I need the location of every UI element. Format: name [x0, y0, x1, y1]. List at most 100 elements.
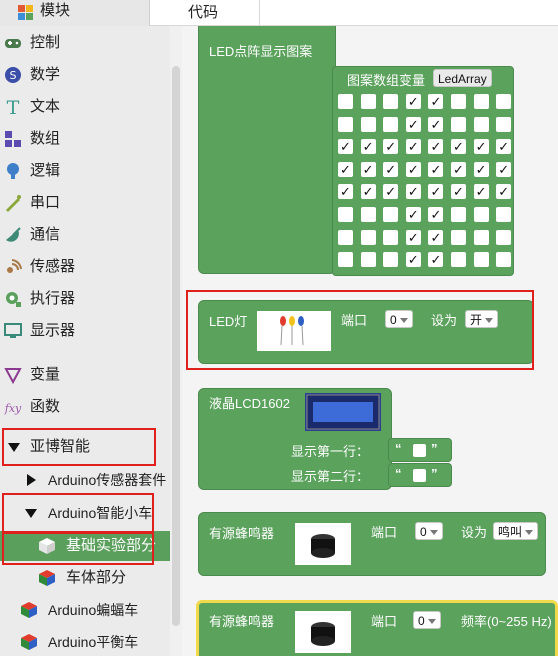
led-pixel-checkbox[interactable]: ✓ [428, 207, 444, 222]
led-pixel-checkbox[interactable] [451, 116, 466, 132]
led-pixel-checkbox[interactable]: ✓ [473, 139, 489, 155]
led-pixel-checkbox[interactable] [360, 116, 376, 132]
led-pixel-checkbox[interactable] [338, 116, 353, 132]
led-pixel-checkbox[interactable]: ✓ [428, 116, 444, 132]
led-pixel-checkbox[interactable] [383, 94, 399, 109]
text-input-block-2[interactable]: “” [388, 463, 452, 487]
state-dropdown[interactable]: 鸣叫 [493, 522, 539, 540]
led-pixel-checkbox[interactable]: ✓ [383, 139, 399, 155]
led-pixel-checkbox[interactable]: ✓ [405, 207, 421, 222]
sidebar-item-array[interactable]: 数组 [0, 124, 170, 154]
led-pixel-checkbox[interactable]: ✓ [338, 184, 353, 200]
led-pixel-checkbox[interactable]: ✓ [473, 184, 489, 200]
led-pixel-checkbox[interactable] [451, 94, 466, 109]
led-matrix-block[interactable]: LED点阵显示图案 [198, 26, 336, 274]
led-pixel-checkbox[interactable] [360, 252, 376, 268]
led-pixel-checkbox[interactable]: ✓ [405, 139, 421, 155]
led-pixel-checkbox[interactable] [473, 229, 489, 245]
sidebar-item-sensor-kit[interactable]: Arduino传感器套件 [0, 465, 170, 495]
block-workspace[interactable]: LED点阵显示图案 图案数组变量 LedArray ✓ ✓ ✓ ✓ ✓ ✓ ✓ ✓ ✓ ✓ ✓ ✓ ✓ ✓… [182, 26, 558, 656]
led-pixel-checkbox[interactable] [496, 229, 512, 245]
tab-code[interactable]: 代码 [150, 0, 260, 26]
led-pixel-checkbox[interactable]: ✓ [473, 161, 489, 177]
port-dropdown[interactable]: 0 [413, 611, 441, 629]
led-pixel-checkbox[interactable] [338, 252, 353, 268]
led-pixel-checkbox[interactable]: ✓ [405, 229, 421, 245]
led-pixel-checkbox[interactable] [473, 94, 489, 109]
led-pixel-checkbox[interactable]: ✓ [428, 229, 444, 245]
sidebar-item-text[interactable]: T 文本 [0, 92, 170, 122]
led-pixel-checkbox[interactable] [383, 207, 399, 222]
led-pixel-checkbox[interactable] [383, 116, 399, 132]
svg-text:fxy: fxy [4, 402, 22, 415]
sidebar-item-car-body[interactable]: 车体部分 [0, 563, 170, 593]
led-pixel-checkbox[interactable] [451, 229, 466, 245]
text-input[interactable] [413, 444, 426, 457]
sidebar-item-comm[interactable]: 通信 [0, 220, 170, 250]
led-pixel-checkbox[interactable] [383, 252, 399, 268]
sidebar-item-bat-car[interactable]: Arduino蝙蝠车 [0, 595, 170, 625]
led-pixel-checkbox[interactable]: ✓ [360, 184, 376, 200]
text-input[interactable] [413, 469, 426, 482]
lcd1602-block[interactable]: 液晶LCD1602 显示第一行： 显示第二行： [198, 388, 392, 490]
led-pixel-checkbox[interactable]: ✓ [360, 161, 376, 177]
led-pixel-checkbox[interactable] [451, 252, 466, 268]
sidebar-item-serial[interactable]: 串口 [0, 188, 170, 218]
led-pixel-checkbox[interactable] [496, 94, 512, 109]
sidebar-item-logic[interactable]: 逻辑 [0, 156, 170, 186]
tab-modules[interactable]: 模块 [0, 0, 150, 26]
led-pixel-checkbox[interactable] [473, 116, 489, 132]
sidebar-item-balance-car[interactable]: Arduino平衡车 [0, 627, 170, 656]
sidebar-item-variable[interactable]: 变量 [0, 360, 170, 390]
led-pixel-checkbox[interactable]: ✓ [428, 184, 444, 200]
led-pixel-checkbox[interactable]: ✓ [360, 139, 376, 155]
scrollbar-thumb[interactable] [172, 66, 180, 626]
led-pixel-checkbox[interactable]: ✓ [405, 94, 421, 109]
text-input-block-1[interactable]: “” [388, 438, 452, 462]
led-pixel-checkbox[interactable]: ✓ [405, 161, 421, 177]
led-pixel-checkbox[interactable]: ✓ [428, 161, 444, 177]
led-pixel-checkbox[interactable] [338, 207, 353, 222]
led-pixel-checkbox[interactable]: ✓ [383, 161, 399, 177]
led-pixel-checkbox[interactable]: ✓ [451, 184, 466, 200]
sidebar-item-sensor[interactable]: 传感器 [0, 252, 170, 282]
led-pixel-checkbox[interactable]: ✓ [496, 161, 512, 177]
led-pixel-checkbox[interactable]: ✓ [428, 94, 444, 109]
sidebar-item-function[interactable]: fxy 函数 [0, 392, 170, 422]
sidebar-item-actuator[interactable]: 执行器 [0, 284, 170, 314]
led-pixel-checkbox[interactable] [360, 207, 376, 222]
led-pixel-checkbox[interactable]: ✓ [383, 184, 399, 200]
led-pixel-checkbox[interactable] [496, 116, 512, 132]
led-pixel-checkbox[interactable]: ✓ [338, 161, 353, 177]
led-pixel-checkbox[interactable]: ✓ [405, 184, 421, 200]
sidebar-item-control[interactable]: 控制 [0, 28, 170, 58]
led-pixel-checkbox[interactable]: ✓ [405, 116, 421, 132]
led-pixel-checkbox[interactable] [473, 252, 489, 268]
led-pixel-checkbox[interactable] [338, 94, 353, 109]
port-dropdown[interactable]: 0 [415, 522, 443, 540]
sidebar-item-display[interactable]: 显示器 [0, 316, 170, 346]
actuator-icon [4, 290, 22, 308]
led-pixel-checkbox[interactable] [496, 207, 512, 222]
buzzer-frequency-block[interactable]: 有源蜂鸣器 端口 0 频率(0~255 Hz) [196, 600, 558, 656]
led-pixel-checkbox[interactable] [473, 207, 489, 222]
led-pixel-checkbox[interactable]: ✓ [428, 252, 444, 268]
led-pixel-checkbox[interactable]: ✓ [496, 139, 512, 155]
array-variable-field[interactable]: LedArray [433, 69, 492, 87]
led-pixel-checkbox[interactable]: ✓ [451, 161, 466, 177]
led-pixel-checkbox[interactable] [338, 229, 353, 245]
led-pixel-checkbox[interactable] [360, 229, 376, 245]
led-pixel-checkbox[interactable]: ✓ [405, 252, 421, 268]
buzzer-block[interactable]: 有源蜂鸣器 端口 0 设为 鸣叫 [198, 512, 546, 576]
buzzer-image [295, 611, 351, 653]
led-pixel-checkbox[interactable]: ✓ [451, 139, 466, 155]
led-pixel-checkbox[interactable] [383, 229, 399, 245]
led-pixel-checkbox[interactable] [496, 252, 512, 268]
led-pixel-checkbox[interactable]: ✓ [496, 184, 512, 200]
sidebar-scrollbar[interactable] [170, 26, 182, 656]
led-pixel-checkbox[interactable]: ✓ [338, 139, 353, 155]
led-pixel-checkbox[interactable]: ✓ [428, 139, 444, 155]
led-pixel-checkbox[interactable] [451, 207, 466, 222]
led-pixel-checkbox[interactable] [360, 94, 376, 109]
sidebar-item-math[interactable]: S 数学 [0, 60, 170, 90]
